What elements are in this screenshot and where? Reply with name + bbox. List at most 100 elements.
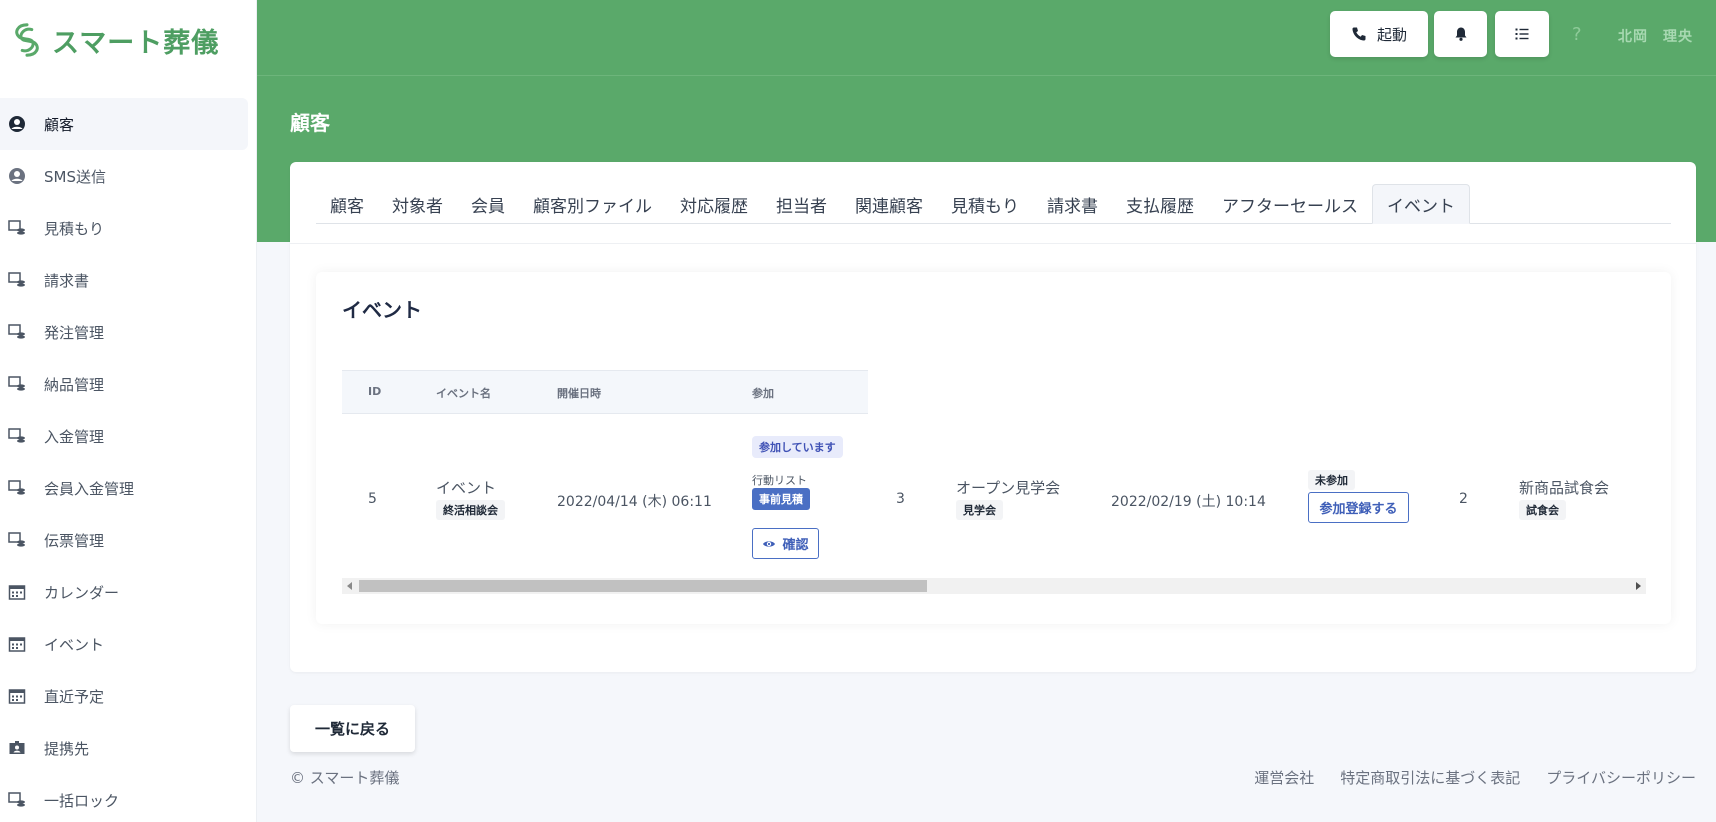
sidebar-item-label: 請求書 — [44, 271, 90, 290]
divider — [290, 243, 1696, 244]
confirm-label: 確認 — [782, 538, 809, 553]
event-name: オープン見学会 — [956, 479, 1061, 497]
footer-link-privacy[interactable]: プライバシーポリシー — [1546, 767, 1696, 788]
user-circle-icon — [8, 167, 26, 185]
sidebar-item-deliveries[interactable]: 納品管理 — [0, 358, 248, 410]
sidebar-item-sms[interactable]: SMS送信 — [0, 150, 248, 202]
document-stack-icon — [8, 479, 26, 497]
tab-payment-history[interactable]: 支払履歴 — [1112, 184, 1208, 224]
register-participation-button[interactable]: 参加登録する — [1308, 492, 1409, 523]
sidebar: スマート葬儀 顧客 SMS送信 見積もり 請求書 発注管理 納品管理 入金管理 … — [0, 0, 257, 822]
sidebar-item-label: 顧客 — [44, 115, 75, 134]
event-name: イベント — [436, 479, 497, 497]
bell-icon — [1455, 27, 1466, 41]
calendar-icon — [8, 687, 26, 705]
event-tag: 試食会 — [1519, 500, 1566, 520]
sidebar-item-estimates[interactable]: 見積もり — [0, 202, 248, 254]
tab-customer[interactable]: 顧客 — [316, 184, 378, 224]
column-header-participation: 参加 — [752, 387, 774, 400]
tab-after-sales[interactable]: アフターセールス — [1208, 184, 1372, 224]
document-stack-icon — [8, 531, 26, 549]
sidebar-item-label: 会員入金管理 — [44, 479, 135, 498]
sidebar-item-label: イベント — [44, 635, 105, 654]
sidebar-item-member-payments[interactable]: 会員入金管理 — [0, 462, 248, 514]
tab-estimates[interactable]: 見積もり — [937, 184, 1033, 224]
copyright: © スマート葬儀 — [290, 769, 400, 787]
tab-member[interactable]: 会員 — [457, 184, 519, 224]
events-title: イベント — [342, 298, 422, 322]
event-tag: 終活相談会 — [436, 500, 505, 520]
user-name[interactable]: 北岡 理央 — [1618, 26, 1693, 46]
sidebar-item-label: 一括ロック — [44, 791, 120, 810]
document-stack-icon — [8, 271, 26, 289]
logo-text: スマート葬儀 — [52, 27, 220, 59]
sidebar-item-bulk-lock[interactable]: 一括ロック — [0, 774, 248, 822]
notifications-button[interactable] — [1434, 11, 1487, 57]
sidebar-item-customers[interactable]: 顧客 — [0, 98, 248, 150]
tab-bar: 顧客 対象者 会員 顧客別ファイル 対応履歴 担当者 関連顧客 見積もり 請求書… — [316, 184, 1671, 224]
event-datetime: 2022/02/19 (土) 10:14 — [1111, 494, 1266, 510]
page-title: 顧客 — [290, 111, 330, 135]
status-badge: 参加しています — [752, 436, 843, 458]
phone-icon — [1352, 27, 1366, 41]
calendar-icon — [8, 583, 26, 601]
confirm-button[interactable]: 確認 — [752, 528, 819, 559]
tab-staff[interactable]: 担当者 — [762, 184, 841, 224]
tab-subject[interactable]: 対象者 — [378, 184, 457, 224]
event-id: 3 — [896, 491, 905, 507]
sidebar-item-payments[interactable]: 入金管理 — [0, 410, 248, 462]
action-list-label: 行動リスト — [752, 474, 807, 487]
register-label: 参加登録する — [1319, 502, 1398, 517]
sidebar-item-label: 見積もり — [44, 219, 105, 238]
sidebar-item-label: SMS送信 — [44, 167, 106, 186]
start-call-label: 起動 — [1376, 25, 1407, 44]
sidebar-item-label: 伝票管理 — [44, 531, 105, 550]
scroll-left-icon[interactable] — [347, 582, 352, 590]
sidebar-item-label: カレンダー — [44, 583, 120, 602]
sidebar-item-partners[interactable]: 提携先 — [0, 722, 248, 774]
help-icon[interactable]: ? — [1572, 24, 1582, 45]
task-list-button[interactable] — [1495, 11, 1549, 57]
action-badge: 事前見積 — [752, 488, 810, 510]
list-icon — [1515, 28, 1529, 40]
tab-customer-files[interactable]: 顧客別ファイル — [519, 184, 666, 224]
tab-related-customers[interactable]: 関連顧客 — [841, 184, 937, 224]
logo-icon — [15, 23, 39, 57]
back-to-list-button[interactable]: 一覧に戻る — [290, 705, 415, 752]
sidebar-item-calendar[interactable]: カレンダー — [0, 566, 248, 618]
tab-events[interactable]: イベント — [1372, 184, 1470, 224]
sidebar-item-label: 納品管理 — [44, 375, 105, 394]
scroll-right-icon[interactable] — [1636, 582, 1641, 590]
calendar-icon — [8, 635, 26, 653]
sidebar-item-label: 直近予定 — [44, 687, 105, 706]
sidebar-item-invoices[interactable]: 請求書 — [0, 254, 248, 306]
sidebar-item-events[interactable]: イベント — [0, 618, 248, 670]
sidebar-item-orders[interactable]: 発注管理 — [0, 306, 248, 358]
events-panel: イベント ID イベント名 開催日時 参加 5 イベント 終活相談会 2022/… — [316, 272, 1671, 624]
footer-links: 運営会社 特定商取引法に基づく表記 プライバシーポリシー — [1254, 767, 1696, 788]
event-id: 5 — [368, 491, 377, 507]
document-stack-icon — [8, 375, 26, 393]
user-circle-icon — [8, 115, 26, 133]
sidebar-item-slips[interactable]: 伝票管理 — [0, 514, 248, 566]
customer-card: 顧客 対象者 会員 顧客別ファイル 対応履歴 担当者 関連顧客 見積もり 請求書… — [290, 162, 1696, 672]
document-stack-icon — [8, 427, 26, 445]
column-header-event-name: イベント名 — [436, 387, 491, 400]
document-stack-icon — [8, 791, 26, 809]
footer-link-company[interactable]: 運営会社 — [1254, 767, 1314, 788]
logo[interactable]: スマート葬儀 — [8, 20, 219, 60]
tab-invoices[interactable]: 請求書 — [1033, 184, 1112, 224]
tab-history[interactable]: 対応履歴 — [666, 184, 762, 224]
footer-link-commerce-law[interactable]: 特定商取引法に基づく表記 — [1340, 767, 1520, 788]
scrollbar-thumb[interactable] — [359, 580, 927, 592]
sidebar-nav: 顧客 SMS送信 見積もり 請求書 発注管理 納品管理 入金管理 会員入金管理 — [0, 98, 248, 822]
document-stack-icon — [8, 323, 26, 341]
document-stack-icon — [8, 219, 26, 237]
status-badge: 未参加 — [1308, 470, 1355, 490]
id-card-icon — [8, 739, 26, 757]
table-header: ID イベント名 開催日時 参加 — [342, 370, 868, 414]
start-call-button[interactable]: 起動 — [1330, 11, 1428, 57]
sidebar-item-upcoming[interactable]: 直近予定 — [0, 670, 248, 722]
horizontal-scrollbar[interactable] — [342, 578, 1646, 594]
event-id: 2 — [1459, 491, 1468, 507]
